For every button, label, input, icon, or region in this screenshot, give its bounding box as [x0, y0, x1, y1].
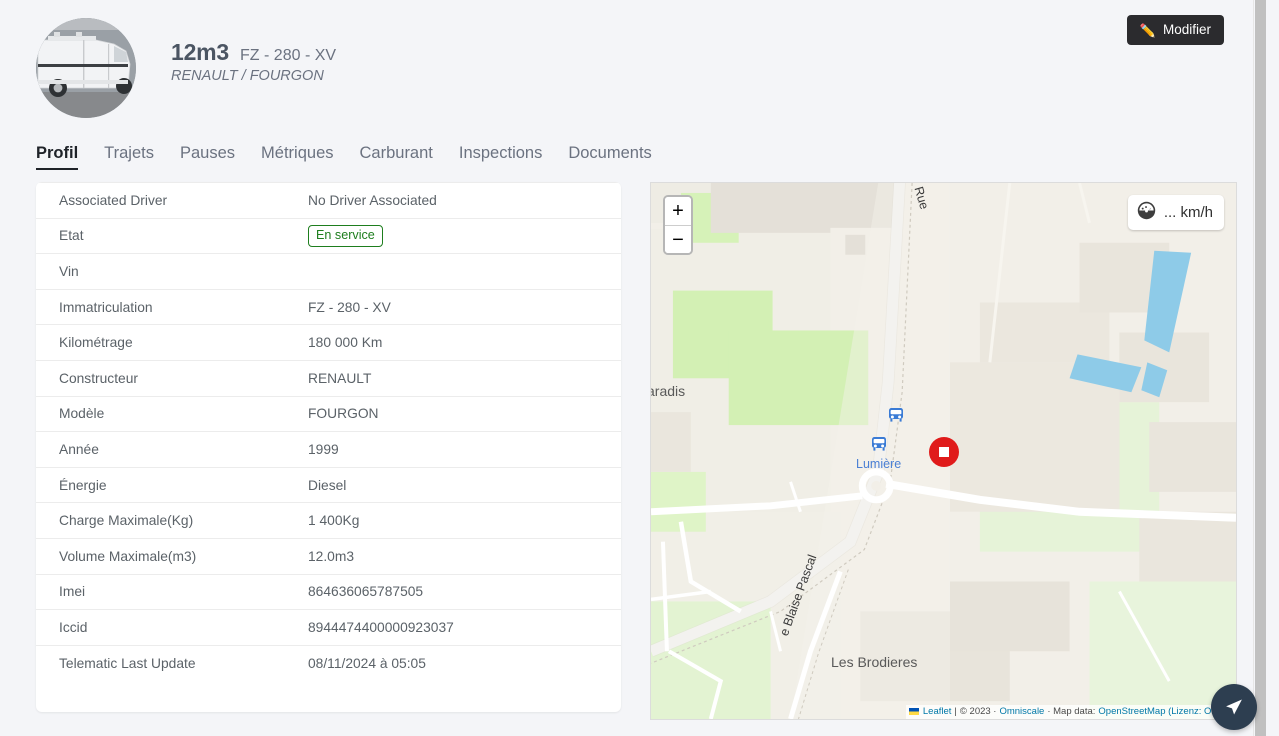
vehicle-profile-card: Associated DriverNo Driver AssociatedEta…: [36, 182, 621, 712]
row-label: Énergie: [36, 467, 308, 503]
table-row: Kilométrage180 000 Km: [36, 325, 621, 361]
table-row: Volume Maximale(m3)12.0m3: [36, 538, 621, 574]
row-label: Modèle: [36, 396, 308, 432]
leaflet-link[interactable]: Leaflet: [923, 706, 952, 718]
row-label: Associated Driver: [36, 183, 308, 219]
table-row: Telematic Last Update08/11/2024 à 05:05: [36, 645, 621, 681]
row-value: 1 400Kg: [308, 503, 621, 539]
row-value: No Driver Associated: [308, 183, 621, 219]
tab-metriques[interactable]: Métriques: [261, 144, 333, 170]
row-label: Imei: [36, 574, 308, 610]
attr-separator: |: [954, 706, 956, 718]
pencil-icon: ✏️: [1140, 24, 1156, 37]
vehicle-volume: 12m3: [171, 39, 229, 66]
edit-button-label: Modifier: [1163, 23, 1211, 37]
omniscale-link[interactable]: Omniscale: [999, 706, 1044, 718]
vehicle-position-marker[interactable]: [929, 437, 959, 467]
vehicle-title: 12m3 FZ - 280 - XV: [171, 39, 336, 66]
speedometer-icon: [1137, 201, 1156, 224]
attr-copyright: © 2023 ·: [960, 706, 997, 718]
map-label-paradis: aradis: [650, 383, 685, 399]
bus-stop-marker-2[interactable]: [870, 436, 888, 452]
vehicle-detail-page: 12m3 FZ - 280 - XV RENAULT / FOURGON ✏️ …: [0, 0, 1266, 736]
row-value: RENAULT: [308, 360, 621, 396]
row-value: FZ - 280 - XV: [308, 289, 621, 325]
edit-button[interactable]: ✏️ Modifier: [1127, 15, 1224, 45]
page-scrollbar-track[interactable]: [1253, 0, 1266, 736]
tab-pauses[interactable]: Pauses: [180, 144, 235, 170]
row-label: Kilométrage: [36, 325, 308, 361]
row-value: Diesel: [308, 467, 621, 503]
vehicle-plate: FZ - 280 - XV: [240, 47, 336, 65]
table-row: Imei864636065787505: [36, 574, 621, 610]
tab-carburant[interactable]: Carburant: [360, 144, 433, 170]
stopped-square-icon: [939, 447, 949, 457]
table-row: Charge Maximale(Kg)1 400Kg: [36, 503, 621, 539]
tab-bar: Profil Trajets Pauses Métriques Carburan…: [36, 144, 652, 170]
tab-inspections[interactable]: Inspections: [459, 144, 542, 170]
vehicle-subtitle: RENAULT / FOURGON: [171, 68, 324, 84]
bus-stop-label-lumiere: Lumière: [856, 457, 901, 471]
row-label: Telematic Last Update: [36, 645, 308, 681]
row-value: En service: [308, 218, 621, 254]
table-row: Vin: [36, 254, 621, 290]
table-row: ÉnergieDiesel: [36, 467, 621, 503]
map-attribution: Leaflet | © 2023 · Omniscale · Map data:…: [906, 705, 1236, 719]
table-row: Année1999: [36, 432, 621, 468]
row-value: 864636065787505: [308, 574, 621, 610]
status-badge: En service: [308, 225, 383, 246]
table-row: ConstructeurRENAULT: [36, 360, 621, 396]
row-value: 180 000 Km: [308, 325, 621, 361]
row-label: Iccid: [36, 610, 308, 646]
row-label: Immatriculation: [36, 289, 308, 325]
speed-indicator: ... km/h: [1128, 195, 1224, 230]
table-row: Iccid8944474400000923037: [36, 610, 621, 646]
zoom-in-button[interactable]: +: [665, 197, 691, 225]
row-value: 12.0m3: [308, 538, 621, 574]
map-zoom-control[interactable]: + −: [663, 195, 693, 255]
avatar[interactable]: [36, 18, 136, 118]
row-label: Constructeur: [36, 360, 308, 396]
table-row: ImmatriculationFZ - 280 - XV: [36, 289, 621, 325]
page-header: 12m3 FZ - 280 - XV RENAULT / FOURGON ✏️ …: [0, 0, 1266, 130]
bus-stop-marker-1[interactable]: [887, 407, 905, 423]
leaflet-flag-icon: [909, 708, 919, 715]
bus-icon: [887, 407, 905, 423]
attr-mapdata: · Map data:: [1047, 706, 1095, 718]
row-label: Charge Maximale(Kg): [36, 503, 308, 539]
row-value: 08/11/2024 à 05:05: [308, 645, 621, 681]
send-icon: [1224, 697, 1244, 717]
row-value: [308, 254, 621, 290]
zoom-out-button[interactable]: −: [665, 225, 691, 253]
row-label: Etat: [36, 218, 308, 254]
send-message-fab[interactable]: [1211, 684, 1257, 730]
row-value: FOURGON: [308, 396, 621, 432]
tab-profil[interactable]: Profil: [36, 144, 78, 170]
row-label: Vin: [36, 254, 308, 290]
table-row: EtatEn service: [36, 218, 621, 254]
row-value: 1999: [308, 432, 621, 468]
table-row: Associated DriverNo Driver Associated: [36, 183, 621, 219]
table-row: ModèleFOURGON: [36, 396, 621, 432]
vehicle-photo-image: [36, 18, 136, 118]
row-value: 8944474400000923037: [308, 610, 621, 646]
vehicle-profile-table: Associated DriverNo Driver AssociatedEta…: [36, 182, 621, 681]
bus-icon: [870, 436, 888, 452]
row-label: Volume Maximale(m3): [36, 538, 308, 574]
speed-value: ... km/h: [1164, 204, 1213, 221]
tab-trajets[interactable]: Trajets: [104, 144, 154, 170]
map-label-les-brodieres: Les Brodieres: [831, 654, 917, 670]
tab-documents[interactable]: Documents: [568, 144, 651, 170]
vehicle-map[interactable]: + − ... km/h: [650, 182, 1237, 720]
row-label: Année: [36, 432, 308, 468]
page-scrollbar-thumb[interactable]: [1255, 0, 1266, 736]
